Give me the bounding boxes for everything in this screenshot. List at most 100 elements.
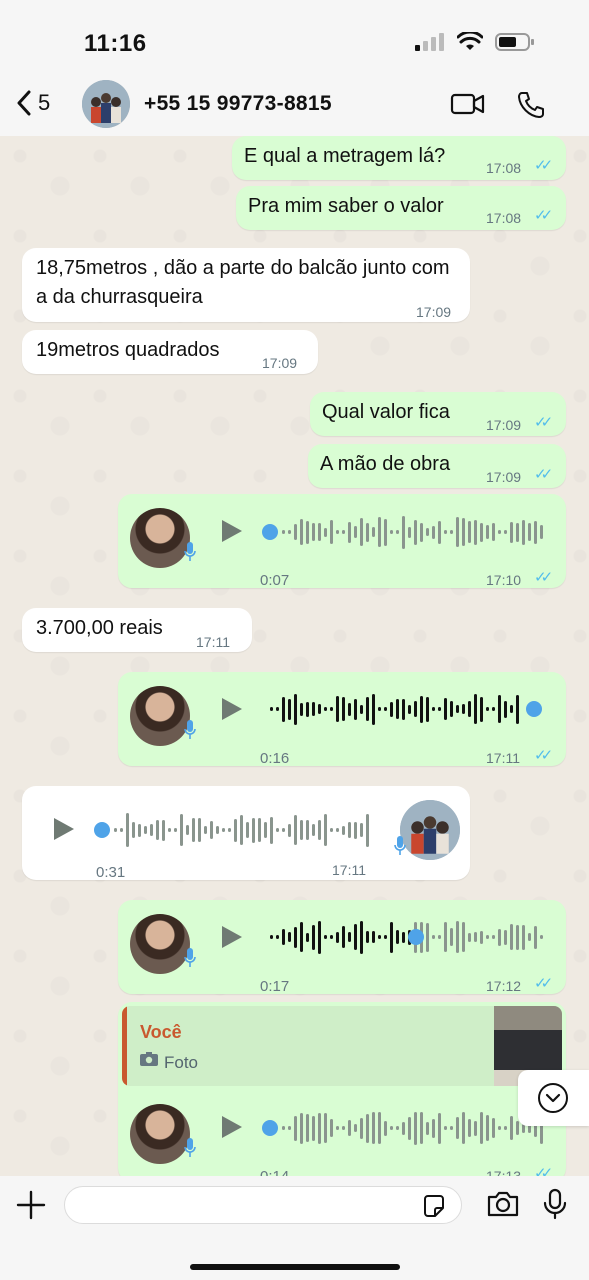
waveform-bar xyxy=(474,932,477,942)
waveform-bar xyxy=(474,1120,477,1136)
read-ticks-icon: ✓✓ xyxy=(534,1165,553,1176)
play-button[interactable] xyxy=(222,1116,242,1138)
read-ticks-icon: ✓✓ xyxy=(534,466,553,483)
waveform-bar xyxy=(444,530,447,534)
waveform-bar xyxy=(396,930,399,944)
quoted-message[interactable]: Você Foto xyxy=(122,1006,562,1086)
voice-message-outgoing-reply[interactable]: Você Foto 0:14 17:13 ✓✓ xyxy=(118,1002,566,1176)
waveform-bar xyxy=(318,1112,321,1144)
audio-waveform[interactable] xyxy=(282,512,550,552)
play-button[interactable] xyxy=(222,520,242,542)
waveform-bar xyxy=(138,823,141,837)
audio-waveform[interactable] xyxy=(114,810,374,850)
waveform-bar xyxy=(342,1126,345,1130)
video-call-icon[interactable] xyxy=(450,92,486,116)
waveform-bar xyxy=(168,828,171,832)
waveform-bar xyxy=(300,820,303,840)
waveform-bar xyxy=(366,931,369,943)
waveform-bar xyxy=(336,1126,339,1130)
sender-avatar xyxy=(130,508,190,568)
message-outgoing[interactable]: Qual valor fica 17:09 ✓✓ xyxy=(310,392,566,436)
microphone-icon[interactable] xyxy=(542,1188,568,1220)
message-incoming[interactable]: 19metros quadrados 17:09 xyxy=(22,330,318,374)
playback-progress-handle[interactable] xyxy=(262,1120,278,1136)
waveform-bar xyxy=(294,926,297,948)
waveform-bar xyxy=(528,933,531,941)
waveform-bar xyxy=(210,821,213,839)
play-button[interactable] xyxy=(222,698,242,720)
waveform-bar xyxy=(276,707,279,711)
waveform-bar xyxy=(336,931,339,943)
plus-icon[interactable] xyxy=(16,1190,46,1220)
phone-call-icon[interactable] xyxy=(516,90,546,120)
waveform-bar xyxy=(114,828,117,832)
waveform-bar xyxy=(252,817,255,843)
waveform-bar xyxy=(348,932,351,942)
contact-avatar[interactable] xyxy=(82,80,130,128)
message-outgoing[interactable]: A mão de obra 17:09 ✓✓ xyxy=(308,444,566,488)
waveform-bar xyxy=(438,520,441,544)
waveform-bar xyxy=(318,920,321,954)
waveform-bar xyxy=(396,1126,399,1130)
audio-waveform[interactable] xyxy=(282,1108,550,1148)
play-button[interactable] xyxy=(54,818,74,840)
waveform-bar xyxy=(450,928,453,946)
message-incoming[interactable]: 18,75metros , dão a parte do balcão junt… xyxy=(22,248,470,322)
voice-message-incoming[interactable]: 0:31 17:11 xyxy=(22,786,470,881)
mic-icon xyxy=(184,542,196,561)
camera-icon xyxy=(140,1052,158,1066)
waveform-bar xyxy=(264,822,267,838)
playback-progress-handle[interactable] xyxy=(262,524,278,540)
waveform-bar xyxy=(444,1126,447,1130)
waveform-bar xyxy=(366,697,369,721)
back-button[interactable]: 5 xyxy=(16,90,50,116)
waveform-bar xyxy=(306,520,309,544)
waveform-bar xyxy=(312,702,315,716)
waveform-bar xyxy=(378,935,381,939)
audio-waveform[interactable] xyxy=(270,689,526,729)
waveform-bar xyxy=(348,521,351,543)
waveform-bar xyxy=(132,822,135,838)
waveform-bar xyxy=(540,525,543,539)
waveform-bar xyxy=(174,828,177,832)
waveform-bar xyxy=(324,1113,327,1143)
message-incoming[interactable]: 3.700,00 reais 17:11 xyxy=(22,608,252,652)
waveform-bar xyxy=(360,1117,363,1139)
waveform-bar xyxy=(324,814,327,846)
chevron-left-icon xyxy=(17,90,31,116)
cellular-signal-icon xyxy=(415,33,444,51)
voice-message-outgoing[interactable]: 0:07 17:10 ✓✓ xyxy=(118,494,566,589)
waveform-bar xyxy=(516,694,519,724)
waveform-bar xyxy=(510,1116,513,1140)
waveform-bar xyxy=(408,526,411,538)
voice-message-outgoing[interactable]: 0:16 17:11 ✓✓ xyxy=(118,672,566,767)
camera-icon[interactable] xyxy=(486,1190,520,1218)
waveform-bar xyxy=(468,932,471,942)
message-list[interactable]: E qual a metragem lá? 17:08 ✓✓ Pra mim s… xyxy=(0,136,589,1176)
scroll-to-bottom-button[interactable] xyxy=(518,1070,589,1126)
message-outgoing[interactable]: Pra mim saber o valor 17:08 ✓✓ xyxy=(236,186,566,230)
waveform-bar xyxy=(498,1126,501,1130)
waveform-bar xyxy=(360,920,363,954)
waveform-bar xyxy=(378,517,381,547)
waveform-bar xyxy=(450,701,453,717)
voice-message-outgoing[interactable]: 0:17 17:12 ✓✓ xyxy=(118,900,566,995)
waveform-bar xyxy=(324,707,327,711)
message-outgoing[interactable]: E qual a metragem lá? 17:08 ✓✓ xyxy=(232,136,566,180)
audio-duration: 0:07 xyxy=(260,572,290,589)
waveform-bar xyxy=(192,818,195,842)
playback-progress-handle[interactable] xyxy=(94,822,110,838)
waveform-bar xyxy=(354,526,357,538)
read-ticks-icon: ✓✓ xyxy=(534,569,553,586)
contact-name[interactable]: +55 15 99773-8815 xyxy=(144,92,332,116)
playback-progress-handle[interactable] xyxy=(526,701,542,717)
message-input[interactable] xyxy=(64,1186,462,1224)
sticker-icon[interactable] xyxy=(421,1193,447,1219)
playback-progress-handle[interactable] xyxy=(408,929,424,945)
waveform-bar xyxy=(300,922,303,952)
sender-avatar xyxy=(130,686,190,746)
waveform-bar xyxy=(480,930,483,944)
waveform-bar xyxy=(390,701,393,717)
play-button[interactable] xyxy=(222,926,242,948)
audio-duration: 0:16 xyxy=(260,750,290,767)
